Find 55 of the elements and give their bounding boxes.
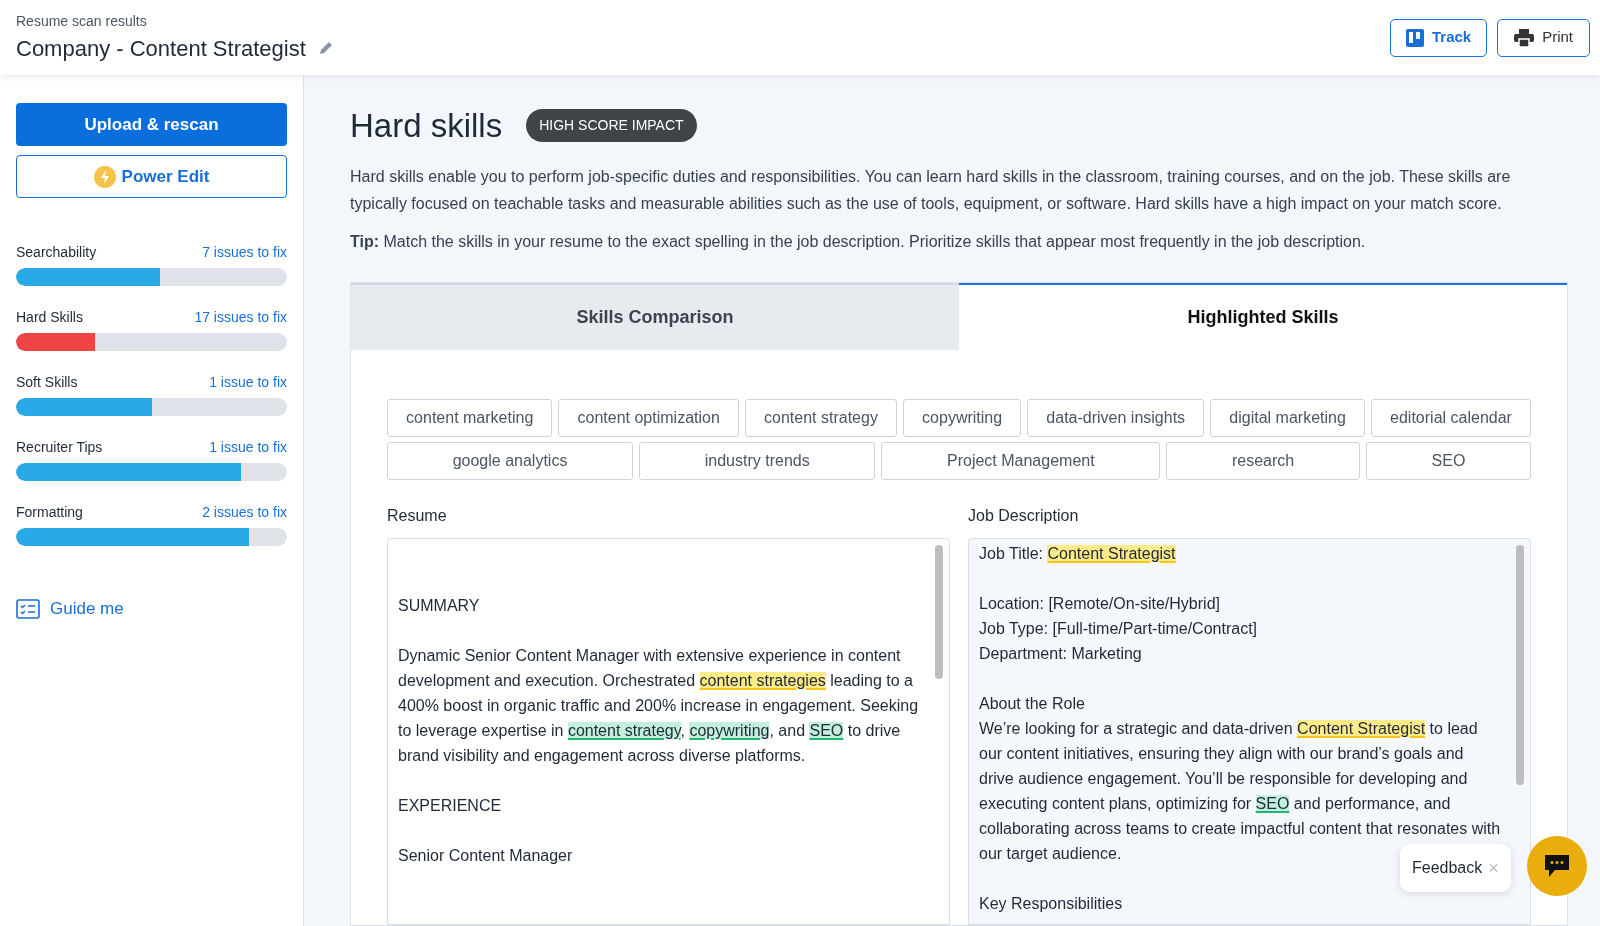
tip-text: Tip: Match the skills in your resume to the exact spelling in the job description. Prioritize skills that appear most frequently in the job description. xyxy=(350,231,1367,252)
panel-label: Job Description xyxy=(968,505,1080,526)
text-line: About the Role xyxy=(979,693,1086,714)
text-line: Location: [Remote/On-site/Hybrid] xyxy=(979,593,1221,614)
panel-label: Resume xyxy=(387,505,448,526)
score-name: Formatting xyxy=(16,503,83,522)
text-line: Dynamic Senior Content Manager with extensive experience in content development and execution. Orchestrated content strategies leading to a 400% boost in organic traffic and 200% increase in engagement. Seeking to leverage expertise in content strategy, copywriting, and SEO to drive brand visibility and engagement across diverse platforms. xyxy=(398,645,920,766)
score-name: Recruiter Tips xyxy=(16,438,103,457)
skill-tag: content strategy xyxy=(744,398,897,437)
text-line: Department: Marketing xyxy=(979,643,1143,664)
checklist-icon xyxy=(16,598,40,619)
text-line: Key Responsibilities xyxy=(979,893,1124,914)
skill-tag: editorial calendar xyxy=(1370,398,1531,437)
section-description: Hard skills enable you to perform job-specific duties and responsibilities. You can learn hard skills in the classroom, training courses, and on the job. These skills are typically focused on teachable tasks and measurable abilities such as the use of tools, equipment, or software. Hard skills have a high impact on your match score. xyxy=(350,166,1512,214)
issues-link[interactable]: 17 issues to fix xyxy=(194,307,287,328)
skill-tag: digital marketing xyxy=(1210,398,1365,437)
skill-tag: google analytics xyxy=(387,441,634,480)
impact-badge: HIGH SCORE IMPACT xyxy=(526,109,697,143)
board-icon xyxy=(1405,28,1424,47)
guide-me-link[interactable]: Guide me xyxy=(16,596,287,622)
skill-tag: copywriting xyxy=(903,398,1022,437)
skill-tag: industry trends xyxy=(639,441,876,480)
section-title: Hard skills xyxy=(350,106,503,146)
skill-tag: content optimization xyxy=(558,398,739,437)
upload-rescan-button[interactable]: Upload & rescan xyxy=(16,103,287,146)
tab[interactable]: Skills Comparison xyxy=(351,282,959,350)
issues-link[interactable]: 1 issue to fix xyxy=(209,372,287,393)
page-title: Company - Content Strategist xyxy=(16,34,306,63)
text-line: Senior Content Manager xyxy=(398,845,574,866)
power-edit-button[interactable]: Power Edit xyxy=(16,155,287,198)
score-name: Hard Skills xyxy=(16,308,83,327)
issues-link[interactable]: 1 issue to fix xyxy=(209,437,287,458)
lightning-icon xyxy=(93,165,116,188)
skill-tag: SEO xyxy=(1365,441,1531,480)
issues-link[interactable]: 2 issues to fix xyxy=(202,502,287,523)
text-line: EXPERIENCE xyxy=(398,795,503,816)
printer-icon xyxy=(1514,28,1535,47)
text-line: SUMMARY xyxy=(398,595,481,616)
score-name: Soft Skills xyxy=(16,373,78,392)
skill-tag: research xyxy=(1166,441,1360,480)
track-button[interactable]: Track xyxy=(1389,18,1488,57)
scrollbar[interactable] xyxy=(935,544,943,679)
print-button[interactable]: Print xyxy=(1497,18,1590,57)
scrollbar[interactable] xyxy=(1516,544,1524,785)
skill-tag: data-driven insights xyxy=(1027,398,1205,437)
pencil-icon[interactable] xyxy=(317,40,334,56)
text-line: Job Title: Content Strategist xyxy=(979,543,1177,564)
issues-link[interactable]: 7 issues to fix xyxy=(202,242,287,263)
chat-icon xyxy=(1543,853,1571,879)
page-subtitle: Resume scan results xyxy=(16,11,148,31)
skill-tag: Project Management xyxy=(881,441,1161,480)
score-name: Searchability xyxy=(16,243,97,262)
text-line: Job Type: [Full-time/Part-time/Contract] xyxy=(979,618,1258,639)
feedback-bubble[interactable]: Feedback × xyxy=(1400,844,1511,892)
skill-tag: content marketing xyxy=(387,398,553,437)
